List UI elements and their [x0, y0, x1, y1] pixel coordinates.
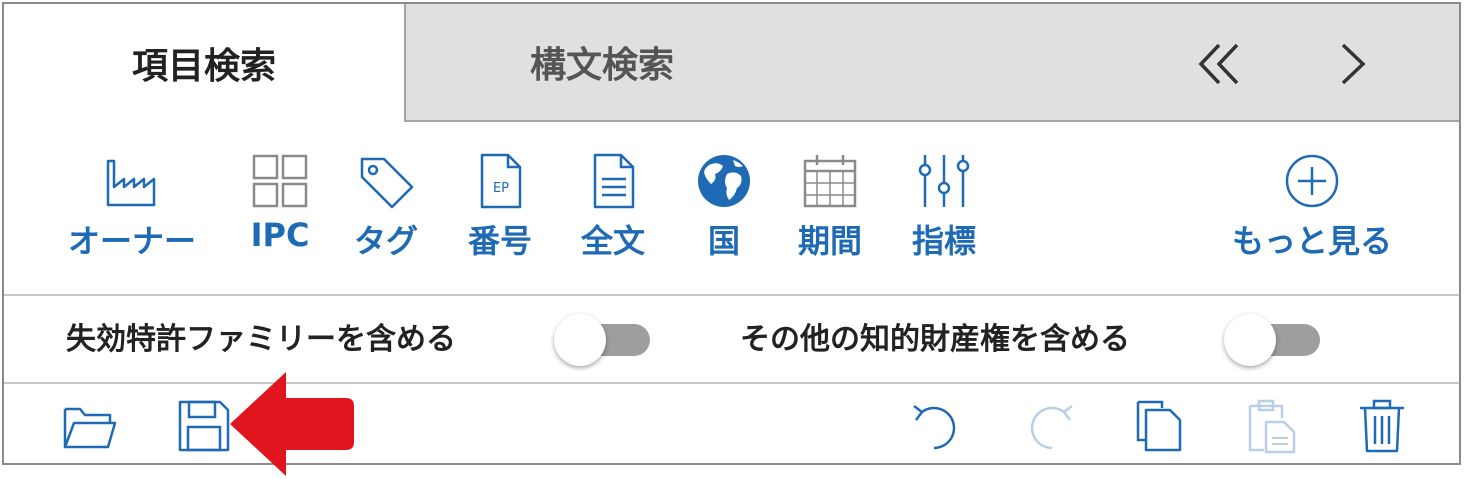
owner-button[interactable]: オーナー [68, 152, 196, 262]
period-button[interactable]: 期間 [798, 152, 862, 262]
paste-button[interactable] [1244, 398, 1300, 454]
tab-syntax-search[interactable]: 構文検索 [530, 4, 674, 120]
indicator-button[interactable]: 指標 [912, 152, 976, 262]
factory-icon [106, 159, 156, 207]
save-button[interactable] [176, 398, 232, 454]
ipc-label: IPC [250, 216, 310, 254]
number-label: 番号 [468, 222, 533, 260]
tag-label: タグ [354, 222, 419, 260]
owner-label: オーナー [68, 222, 197, 260]
document-icon [593, 153, 635, 209]
more-label: もっと見る [1232, 222, 1393, 260]
open-button[interactable] [62, 398, 118, 454]
save-icon [178, 400, 230, 452]
country-label: 国 [707, 222, 740, 260]
next-button[interactable] [1324, 34, 1384, 94]
tag-button[interactable]: タグ [354, 152, 418, 262]
copy-button[interactable] [1132, 398, 1188, 454]
tab-item-search-label: 項目検索 [131, 46, 276, 87]
ipc-button[interactable]: IPC [250, 152, 310, 254]
full-text-button[interactable]: 全文 [581, 152, 645, 262]
sliders-icon [918, 155, 970, 207]
double-chevron-left-icon [1198, 43, 1239, 85]
other-ip-toggle[interactable] [1224, 314, 1320, 366]
toggle-knob [1224, 314, 1276, 366]
tab-strip-inactive: 構文検索 [404, 4, 1459, 122]
toggle-knob [554, 314, 606, 366]
undo-icon [913, 405, 956, 450]
undo-button[interactable] [908, 398, 964, 454]
country-button[interactable]: 国 [694, 152, 754, 262]
search-panel: 項目検索 構文検索 オーナー IPC タグ EP 番号 全文 国 期間 指標 も… [2, 2, 1461, 465]
ep-text: EP [493, 181, 509, 196]
folder-open-icon [63, 407, 117, 449]
plus-circle-icon [1285, 154, 1339, 208]
tab-syntax-search-label: 構文検索 [530, 45, 675, 86]
tag-icon [360, 157, 414, 209]
calendar-icon [803, 155, 857, 208]
indicator-label: 指標 [912, 222, 977, 260]
annotation-arrow [230, 372, 354, 476]
full-text-label: 全文 [581, 222, 646, 260]
grid-icon [252, 154, 308, 208]
redo-button[interactable] [1022, 398, 1078, 454]
redo-icon [1030, 405, 1073, 450]
more-button[interactable]: もっと見る [1232, 152, 1392, 262]
period-label: 期間 [798, 222, 863, 260]
chevron-right-icon [1341, 43, 1366, 85]
trash-icon [1360, 399, 1404, 453]
delete-button[interactable] [1354, 398, 1410, 454]
other-ip-label: その他の知的財産権を含める [740, 322, 1130, 357]
options-row: 失効特許ファミリーを含める その他の知的財産権を含める [4, 294, 1459, 384]
expired-family-toggle[interactable] [554, 314, 650, 366]
globe-icon [698, 155, 750, 207]
tab-bar: 項目検索 構文検索 [4, 4, 1459, 122]
copy-icon [1136, 400, 1182, 452]
search-field-toolbar: オーナー IPC タグ EP 番号 全文 国 期間 指標 もっと見る [4, 122, 1459, 296]
action-bar [4, 384, 1459, 463]
paste-icon [1248, 399, 1296, 454]
ep-document-icon: EP [480, 153, 522, 209]
number-button[interactable]: EP 番号 [468, 152, 532, 262]
rewind-button[interactable] [1190, 34, 1250, 94]
expired-family-label: 失効特許ファミリーを含める [66, 322, 456, 357]
tab-item-search[interactable]: 項目検索 [4, 4, 404, 122]
